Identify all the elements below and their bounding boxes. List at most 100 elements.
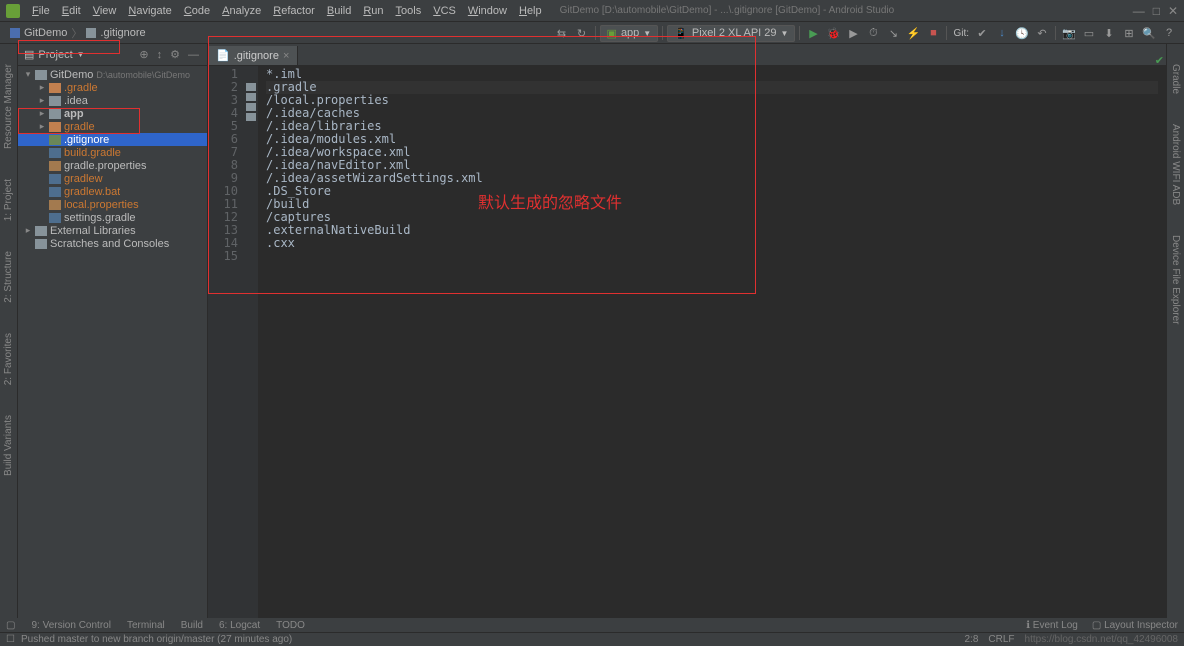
profiler-icon[interactable]: ⏱ bbox=[864, 24, 882, 42]
bottom-tab-6-logcat[interactable]: 6: Logcat bbox=[219, 620, 260, 631]
menu-build[interactable]: Build bbox=[321, 5, 357, 17]
git-update-icon[interactable]: ↓ bbox=[993, 24, 1011, 42]
build-icon[interactable]: ⇆ bbox=[553, 24, 571, 42]
git-label: Git: bbox=[951, 28, 971, 39]
run-config-combo[interactable]: ▣ app ▼ bbox=[600, 25, 659, 42]
search-icon[interactable]: 🔍 bbox=[1140, 24, 1158, 42]
close-tab-icon[interactable]: × bbox=[283, 50, 289, 62]
minimize-icon[interactable]: — bbox=[1133, 4, 1145, 18]
menu-window[interactable]: Window bbox=[462, 5, 513, 17]
menu-tools[interactable]: Tools bbox=[390, 5, 428, 17]
git-history-icon[interactable]: 🕓 bbox=[1013, 24, 1031, 42]
status-bar: ☐ Pushed master to new branch origin/mas… bbox=[0, 632, 1184, 646]
bottom-tab-icon[interactable]: ▢ bbox=[6, 620, 15, 631]
left-tab-resource-manager[interactable]: Resource Manager bbox=[3, 64, 14, 149]
left-tab-build-variants[interactable]: Build Variants bbox=[3, 415, 14, 476]
tree-item--idea[interactable]: ▸.idea bbox=[18, 94, 207, 107]
right-tab-device-file-explorer[interactable]: Device File Explorer bbox=[1170, 235, 1181, 324]
main-toolbar: ⇆ ↻ ▣ app ▼ 📱 Pixel 2 XL API 29 ▼ ▶ 🐞 ▶ … bbox=[553, 22, 1178, 44]
coverage-icon[interactable]: ▶ bbox=[844, 24, 862, 42]
editor-content[interactable]: *.iml.gradle/local.properties/.idea/cach… bbox=[258, 66, 1166, 636]
tree-item-gradle-properties[interactable]: gradle.properties bbox=[18, 159, 207, 172]
device-label: Pixel 2 XL API 29 bbox=[692, 27, 777, 39]
sync-icon[interactable]: ↻ bbox=[573, 24, 591, 42]
layout-inspector-tab[interactable]: ▢ Layout Inspector bbox=[1092, 620, 1178, 631]
menu-vcs[interactable]: VCS bbox=[427, 5, 462, 17]
right-tab-gradle[interactable]: Gradle bbox=[1170, 64, 1181, 94]
editor-pane: 📄 .gitignore × 123456789101112131415 *.i… bbox=[208, 44, 1166, 636]
settings-icon[interactable]: ⚙ bbox=[168, 48, 182, 61]
tree-item-gitdemo[interactable]: ▾GitDemo D:\automobile\GitDemo bbox=[18, 68, 207, 81]
structure-icon[interactable]: ⊞ bbox=[1120, 24, 1138, 42]
menu-code[interactable]: Code bbox=[178, 5, 216, 17]
menu-navigate[interactable]: Navigate bbox=[122, 5, 177, 17]
close-icon[interactable]: ✕ bbox=[1168, 4, 1178, 18]
gitignore-icon bbox=[86, 28, 96, 38]
bottom-tab-9-version-control[interactable]: 9: Version Control bbox=[31, 620, 111, 631]
left-tool-strip: Resource Manager 1: Project 2: Structure 2:… bbox=[0, 44, 18, 636]
menu-edit[interactable]: Edit bbox=[56, 5, 87, 17]
tree-item--gradle[interactable]: ▸.gradle bbox=[18, 81, 207, 94]
gutter-icons bbox=[244, 66, 258, 636]
code-editor[interactable]: 123456789101112131415 *.iml.gradle/local… bbox=[208, 66, 1166, 636]
window-path: GitDemo [D:\automobile\GitDemo] - ...\.g… bbox=[560, 5, 895, 16]
bottom-tab-build[interactable]: Build bbox=[181, 620, 203, 631]
menu-help[interactable]: Help bbox=[513, 5, 548, 17]
bottom-tab-todo[interactable]: TODO bbox=[276, 620, 305, 631]
project-pane: ▤ Project ▼ ⊕ ↕ ⚙ — ▾GitDemo D:\automobi… bbox=[18, 44, 208, 636]
tree-item-local-properties[interactable]: local.properties bbox=[18, 198, 207, 211]
menu-run[interactable]: Run bbox=[357, 5, 389, 17]
tree-item-settings-gradle[interactable]: settings.gradle bbox=[18, 211, 207, 224]
tree-item-gradle[interactable]: ▸gradle bbox=[18, 120, 207, 133]
tab-label: .gitignore bbox=[234, 50, 279, 62]
avd-icon[interactable]: ▭ bbox=[1080, 24, 1098, 42]
run-config-label: app bbox=[621, 27, 639, 39]
status-icon[interactable]: ☐ bbox=[6, 634, 15, 645]
sdk-icon[interactable]: ⬇ bbox=[1100, 24, 1118, 42]
menu-analyze[interactable]: Analyze bbox=[216, 5, 267, 17]
breadcrumb-file[interactable]: .gitignore bbox=[82, 27, 149, 39]
select-opened-file-icon[interactable]: ⊕ bbox=[137, 48, 150, 61]
question-icon[interactable]: ? bbox=[1160, 24, 1178, 42]
screenshot-icon[interactable]: 📷 bbox=[1060, 24, 1078, 42]
tree-item-gradlew-bat[interactable]: gradlew.bat bbox=[18, 185, 207, 198]
menu-refactor[interactable]: Refactor bbox=[267, 5, 321, 17]
device-combo[interactable]: 📱 Pixel 2 XL API 29 ▼ bbox=[667, 25, 795, 42]
tree-item-build-gradle[interactable]: build.gradle bbox=[18, 146, 207, 159]
tree-item-app[interactable]: ▸app bbox=[18, 107, 207, 120]
project-view-selector[interactable]: ▤ Project ▼ bbox=[24, 48, 85, 61]
attach-icon[interactable]: ↘ bbox=[884, 24, 902, 42]
run-icon[interactable]: ▶ bbox=[804, 24, 822, 42]
android-studio-icon bbox=[6, 4, 20, 18]
breadcrumb-project[interactable]: GitDemo bbox=[6, 27, 71, 39]
apply-changes-icon[interactable]: ⚡ bbox=[904, 24, 922, 42]
maximize-icon[interactable]: □ bbox=[1153, 4, 1160, 18]
menu-file[interactable]: File bbox=[26, 5, 56, 17]
bottom-tab-terminal[interactable]: Terminal bbox=[127, 620, 165, 631]
tree-item-external-libraries[interactable]: ▸External Libraries bbox=[18, 224, 207, 237]
event-log-tab[interactable]: ℹ Event Log bbox=[1026, 620, 1078, 631]
left-tab-2-favorites[interactable]: 2: Favorites bbox=[3, 333, 14, 385]
right-tool-strip: Gradle Android WIFI ADB Device File Explor… bbox=[1166, 44, 1184, 636]
git-commit-icon[interactable]: ✔ bbox=[973, 24, 991, 42]
watermark: https://blog.csdn.net/qq_42496008 bbox=[1025, 634, 1178, 645]
right-tab-android-wifi-adb[interactable]: Android WIFI ADB bbox=[1170, 124, 1181, 205]
stop-icon[interactable]: ■ bbox=[924, 24, 942, 42]
git-revert-icon[interactable]: ↶ bbox=[1033, 24, 1051, 42]
project-tree[interactable]: ▾GitDemo D:\automobile\GitDemo▸.gradle▸.… bbox=[18, 66, 207, 252]
menu-view[interactable]: View bbox=[87, 5, 123, 17]
gitignore-icon: 📄 bbox=[216, 49, 230, 62]
breadcrumb-label: GitDemo bbox=[24, 27, 67, 39]
tree-item--gitignore[interactable]: .gitignore bbox=[18, 133, 207, 146]
debug-icon[interactable]: 🐞 bbox=[824, 24, 842, 42]
left-tab-2-structure[interactable]: 2: Structure bbox=[3, 251, 14, 303]
hide-icon[interactable]: — bbox=[186, 49, 201, 61]
line-separator[interactable]: CRLF bbox=[988, 634, 1014, 645]
left-tab-1-project[interactable]: 1: Project bbox=[3, 179, 14, 221]
tree-item-scratches-and-consoles[interactable]: Scratches and Consoles bbox=[18, 237, 207, 250]
collapse-icon[interactable]: ↕ bbox=[155, 49, 165, 61]
editor-tab[interactable]: 📄 .gitignore × bbox=[208, 46, 298, 65]
tree-item-gradlew[interactable]: gradlew bbox=[18, 172, 207, 185]
bottom-tool-strip: ▢ 9: Version Control Terminal Build 6: Logc… bbox=[0, 618, 1184, 632]
menu-bar: FileEditViewNavigateCodeAnalyzeRefactorB… bbox=[0, 0, 1184, 22]
